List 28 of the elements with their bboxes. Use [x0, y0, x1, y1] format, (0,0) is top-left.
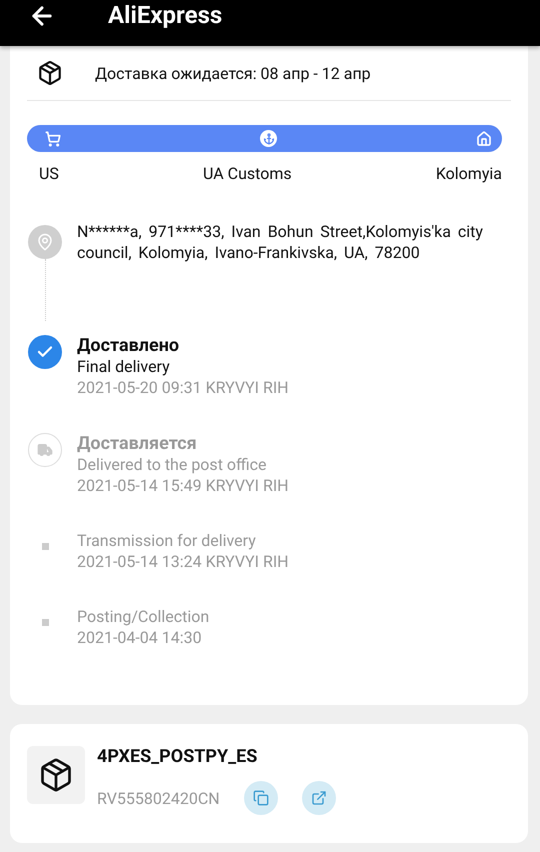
home-icon	[476, 130, 492, 146]
route-stop-label: UA Customs	[203, 164, 292, 183]
event-title: Доставлено	[77, 335, 180, 357]
check-icon	[28, 335, 62, 369]
event-description: Transmission for delivery	[77, 531, 257, 551]
carrier-name: 4PXES_POSTPY_ES	[97, 746, 258, 767]
route-stop-label: US	[39, 164, 59, 183]
route-stop-label: Kolomyia	[436, 164, 502, 183]
open-link-button[interactable]	[302, 781, 336, 815]
event-description: Delivered to the post office	[77, 455, 268, 475]
cart-icon	[45, 130, 61, 146]
external-link-icon	[310, 790, 327, 806]
event-time: 2021-05-14 13:24 KRYVYI RIH	[77, 551, 289, 572]
event-time: 2021-04-04 14:30	[77, 627, 203, 648]
parcel-icon	[37, 60, 63, 86]
event-time: 2021-05-14 15:49 KRYVYI RIH	[77, 475, 289, 496]
event-title: Доставляется	[77, 433, 198, 455]
truck-icon	[28, 433, 62, 467]
event-time: 2021-05-20 09:31 KRYVYI RIH	[77, 377, 289, 398]
copy-icon	[252, 790, 269, 806]
package-icon	[27, 746, 85, 804]
event-description: Posting/Collection	[77, 607, 210, 627]
copy-button[interactable]	[244, 781, 278, 815]
tracking-number: RV555802420CN	[97, 788, 220, 808]
delivery-estimate: Доставка ожидается: 08 апр - 12 апр	[95, 64, 371, 82]
event-description: Final delivery	[77, 357, 171, 377]
delivery-address: N******a, 971****33, Ivan Bohun Street,Kolomyis'ka city council, Kolomyia, Ivano-Frankivska, UA, 78200	[77, 221, 484, 263]
app-title: AliExpress	[108, 2, 222, 28]
